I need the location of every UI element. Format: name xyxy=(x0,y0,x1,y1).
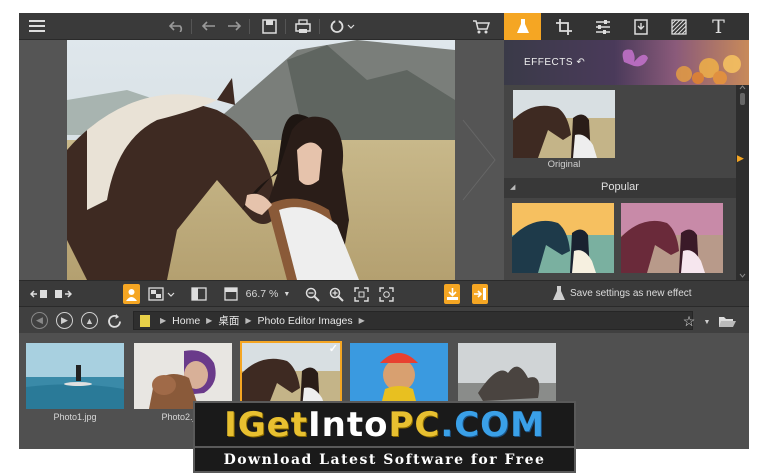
undo-icon[interactable] xyxy=(167,16,187,36)
file-browser-bar: ◀ ▶ ▲ ▶ Home ▶ 桌面 ▶ Photo Editor Images … xyxy=(19,306,749,333)
film-item-photo1[interactable]: Photo1.jpg xyxy=(24,341,126,427)
print-icon[interactable] xyxy=(293,16,313,36)
tab-crop[interactable] xyxy=(545,13,582,40)
redo-icon[interactable] xyxy=(224,16,244,36)
thumbnail-image xyxy=(26,343,124,409)
back-icon[interactable]: ◀ xyxy=(31,312,48,329)
watermark-banner: I Get Into PC .COM Download Latest Software … xyxy=(193,401,576,473)
separator xyxy=(285,19,286,34)
effect-thumbnail xyxy=(621,203,723,273)
effects-flask-icon xyxy=(516,19,529,33)
up-folder-icon[interactable]: ▲ xyxy=(81,312,98,329)
next-image-area[interactable] xyxy=(455,40,503,280)
thumbnail-image xyxy=(242,343,340,409)
zoom-in-icon[interactable] xyxy=(327,284,345,304)
breadcrumb-desktop[interactable]: 桌面 xyxy=(218,313,239,328)
canvas-toolbar: 66.7 % ▼ xyxy=(19,280,504,306)
tab-retouch[interactable] xyxy=(622,13,659,40)
main-photo[interactable] xyxy=(67,40,455,280)
favorites-dropdown-icon[interactable]: ▼ xyxy=(697,312,717,332)
undo-all-icon[interactable] xyxy=(199,16,219,36)
save-effect-button[interactable]: Save settings as new effect xyxy=(504,280,749,306)
hamburger-menu-icon[interactable] xyxy=(27,16,47,36)
butterfly-decoration-icon xyxy=(622,49,741,84)
fit-expand-icon[interactable] xyxy=(53,284,73,304)
chevron-down-icon: ▼ xyxy=(283,290,291,298)
separator xyxy=(249,19,250,34)
canvas-area xyxy=(19,40,504,280)
compare-view-icon[interactable] xyxy=(147,284,177,304)
folder-color-icon xyxy=(140,314,150,327)
thumbnail-image xyxy=(350,343,448,409)
breadcrumb-folder[interactable]: Photo Editor Images xyxy=(257,315,352,327)
texture-icon xyxy=(670,18,687,35)
thumbnail-image xyxy=(134,343,232,409)
refresh-icon[interactable] xyxy=(104,311,124,331)
prev-image-area[interactable] xyxy=(19,40,67,280)
tool-tabs: T xyxy=(504,13,749,40)
top-toolbar xyxy=(19,13,504,40)
watermark-tagline: Download Latest Software for Free xyxy=(193,448,576,473)
film-item-label: Photo1.jpg xyxy=(53,412,97,422)
watermark-logo-text: I Get Into PC .COM xyxy=(193,401,576,448)
tab-text[interactable]: T xyxy=(700,13,737,40)
export-icon[interactable] xyxy=(472,284,488,304)
tab-adjust[interactable] xyxy=(584,13,621,40)
zoom-fit-icon[interactable] xyxy=(377,284,395,304)
effect-thumbnail xyxy=(512,203,614,273)
portrait-view-icon[interactable] xyxy=(123,284,140,304)
actual-size-icon[interactable] xyxy=(223,284,239,304)
selected-check-icon: ✓ xyxy=(328,343,338,355)
effect-popular-2[interactable] xyxy=(621,203,723,273)
zoom-level-dropdown[interactable]: 66.7 % ▼ xyxy=(243,284,293,304)
forward-icon[interactable]: ▶ xyxy=(56,312,73,329)
zoom-out-icon[interactable] xyxy=(303,284,321,304)
effect-thumbnail xyxy=(513,90,615,158)
fit-shrink-icon[interactable] xyxy=(29,284,49,304)
breadcrumb-home[interactable]: Home xyxy=(172,315,200,327)
separator xyxy=(191,19,192,34)
effects-scrollbar[interactable] xyxy=(736,85,749,280)
share-icon[interactable] xyxy=(327,16,357,36)
zoom-value: 66.7 % xyxy=(245,288,279,300)
panel-expand-arrow-icon[interactable]: ▶ xyxy=(737,153,749,167)
effect-original[interactable]: Original xyxy=(513,90,615,172)
photo-editor-window: T EFFECTS ↶ Original ◢ Popular ▶ 66.7 % … xyxy=(19,13,749,449)
crop-icon xyxy=(555,18,572,35)
effects-header: EFFECTS ↶ xyxy=(504,40,749,85)
breadcrumb: ▶ Home ▶ 桌面 ▶ Photo Editor Images ▶ xyxy=(133,311,693,330)
effects-list: Original ◢ Popular xyxy=(504,85,736,280)
reset-icon[interactable]: ↶ xyxy=(576,57,585,68)
effect-original-label: Original xyxy=(547,159,581,170)
save-icon[interactable] xyxy=(259,16,279,36)
thumbnail-image xyxy=(458,343,556,409)
fit-to-screen-icon[interactable] xyxy=(352,284,370,304)
retouch-icon xyxy=(633,18,648,35)
tab-effects[interactable] xyxy=(504,13,541,40)
split-view-icon[interactable] xyxy=(189,284,209,304)
popular-label: Popular xyxy=(601,181,639,193)
text-icon: T xyxy=(712,15,725,38)
import-icon[interactable] xyxy=(444,284,460,304)
save-effect-label: Save settings as new effect xyxy=(570,288,692,299)
adjust-sliders-icon xyxy=(595,19,610,34)
open-folder-icon[interactable] xyxy=(717,311,737,331)
effects-panel: EFFECTS ↶ Original ◢ Popular xyxy=(504,40,749,280)
flask-icon xyxy=(553,286,565,300)
cart-icon[interactable] xyxy=(471,16,491,36)
popular-section-header[interactable]: ◢ Popular xyxy=(504,178,736,198)
effect-popular-1[interactable] xyxy=(512,203,614,273)
effects-title: EFFECTS ↶ xyxy=(524,57,586,68)
separator xyxy=(319,19,320,34)
favorite-star-icon[interactable]: ☆ xyxy=(679,311,699,331)
tab-texture[interactable] xyxy=(660,13,697,40)
